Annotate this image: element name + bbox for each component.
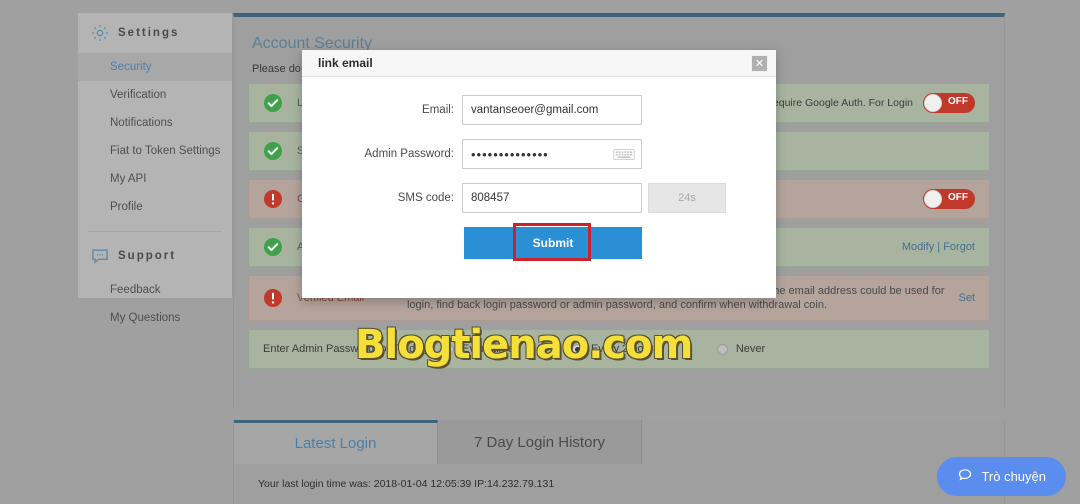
sidebar-item-label: My API bbox=[110, 173, 147, 185]
email-input-value: vantanseoer@gmail.com bbox=[471, 104, 599, 116]
toggle-knob bbox=[924, 190, 942, 208]
sidebar-item-profile[interactable]: Profile bbox=[78, 193, 232, 221]
sms-code-field-label: SMS code: bbox=[397, 192, 454, 204]
close-icon[interactable]: ✕ bbox=[751, 54, 768, 72]
sidebar-item-label: My Questions bbox=[110, 312, 181, 324]
virtual-keyboard-icon[interactable] bbox=[613, 147, 635, 162]
sidebar-item-label: Security bbox=[110, 61, 152, 73]
google-auth-toggle[interactable]: OFF bbox=[923, 189, 975, 209]
modal-header: link email ✕ bbox=[302, 50, 776, 77]
sidebar-item-fiat-to-token-settings[interactable]: Fiat to Token Settings bbox=[78, 137, 232, 165]
modify-forgot-link[interactable]: Modify | Forgot bbox=[902, 241, 975, 253]
sidebar-item-verification[interactable]: Verification bbox=[78, 81, 232, 109]
sidebar-divider bbox=[88, 231, 222, 232]
sidebar-item-my-api[interactable]: My API bbox=[78, 165, 232, 193]
sms-resend-timer-button: 24s bbox=[648, 183, 726, 213]
gear-icon bbox=[90, 23, 110, 43]
admin-password-field-label: Admin Password: bbox=[364, 148, 454, 160]
email-field-label: Email: bbox=[422, 104, 454, 116]
field-row-admin-password: Admin Password: •••••••••••••• bbox=[302, 139, 776, 169]
sidebar-item-security[interactable]: Security bbox=[78, 53, 232, 81]
admin-password-input-value: •••••••••••••• bbox=[471, 146, 549, 162]
sidebar-group-settings-header: Settings bbox=[78, 13, 232, 53]
link-email-modal: link email ✕ Email: vantanseoer@gmail.co… bbox=[302, 50, 776, 298]
field-row-email: Email: vantanseoer@gmail.com bbox=[302, 95, 776, 125]
chat-widget-label: Trò chuyện bbox=[981, 469, 1046, 484]
submit-highlight-box bbox=[513, 223, 591, 261]
sidebar-item-label: Feedback bbox=[110, 284, 161, 296]
tab-7-day-login-history[interactable]: 7 Day Login History bbox=[438, 420, 642, 464]
alert-circle-icon bbox=[263, 288, 283, 308]
tab-label: Latest Login bbox=[294, 435, 377, 452]
admin-password-input[interactable]: •••••••••••••• bbox=[462, 139, 642, 169]
sidebar-item-feedback[interactable]: Feedback bbox=[78, 276, 232, 304]
toggle-state-label: OFF bbox=[948, 192, 968, 203]
toggle-knob bbox=[924, 94, 942, 112]
radio-option-never[interactable]: Never bbox=[716, 343, 766, 355]
security-row-controls: OFF bbox=[923, 189, 975, 209]
email-input[interactable]: vantanseoer@gmail.com bbox=[462, 95, 642, 125]
tab-bar: Latest Login 7 Day Login History bbox=[234, 420, 1004, 464]
toggle-state-label: OFF bbox=[948, 96, 968, 107]
last-login-info: Your last login time was: 2018-01-04 12:… bbox=[258, 478, 555, 490]
sidebar-group-support-header: Support bbox=[78, 236, 232, 276]
sidebar-group-support: Support Feedback My Questions bbox=[78, 236, 232, 338]
watermark: Blogtienao.com bbox=[355, 322, 693, 368]
submit-button[interactable]: Submit bbox=[464, 223, 642, 261]
sidebar-item-label: Verification bbox=[110, 89, 167, 101]
login-history-panel: Latest Login 7 Day Login History Your la… bbox=[233, 420, 1005, 504]
tab-latest-login[interactable]: Latest Login bbox=[234, 420, 438, 464]
chat-bubble-icon bbox=[90, 246, 110, 266]
modal-body: Email: vantanseoer@gmail.com Admin Passw… bbox=[302, 77, 776, 261]
chat-widget-button[interactable]: Trò chuyện bbox=[937, 457, 1066, 496]
modal-title: link email bbox=[318, 56, 373, 70]
sidebar: Settings Security Verification Notificat… bbox=[78, 13, 233, 324]
sidebar-item-notifications[interactable]: Notifications bbox=[78, 109, 232, 137]
security-row-controls: Require Google Auth. For Login OFF bbox=[765, 93, 975, 113]
sidebar-group-support-title: Support bbox=[118, 250, 177, 262]
radio-button bbox=[716, 343, 728, 355]
chat-bubble-icon bbox=[957, 467, 973, 486]
radio-option-label: Never bbox=[735, 343, 766, 355]
check-circle-icon bbox=[263, 93, 283, 113]
security-row-controls: Modify | Forgot bbox=[902, 241, 975, 253]
set-email-link[interactable]: Set bbox=[958, 292, 975, 304]
check-circle-icon bbox=[263, 141, 283, 161]
alert-circle-icon bbox=[263, 189, 283, 209]
sidebar-group-settings: Settings Security Verification Notificat… bbox=[78, 13, 232, 227]
sms-code-input-value: 808457 bbox=[471, 192, 510, 204]
sidebar-group-settings-title: Settings bbox=[118, 27, 180, 39]
google-auth-login-label: Require Google Auth. For Login bbox=[765, 97, 913, 109]
field-row-sms-code: SMS code: 808457 24s bbox=[302, 183, 776, 213]
sidebar-item-my-questions[interactable]: My Questions bbox=[78, 304, 232, 332]
tab-label: 7 Day Login History bbox=[474, 433, 605, 451]
sidebar-item-label: Fiat to Token Settings bbox=[110, 145, 221, 157]
submit-row: Submit bbox=[302, 223, 776, 261]
sms-code-input[interactable]: 808457 bbox=[462, 183, 642, 213]
sidebar-item-label: Profile bbox=[110, 201, 143, 213]
google-auth-login-toggle[interactable]: OFF bbox=[923, 93, 975, 113]
sidebar-item-label: Notifications bbox=[110, 117, 173, 129]
check-circle-icon bbox=[263, 237, 283, 257]
security-row-controls: Set bbox=[958, 292, 975, 304]
